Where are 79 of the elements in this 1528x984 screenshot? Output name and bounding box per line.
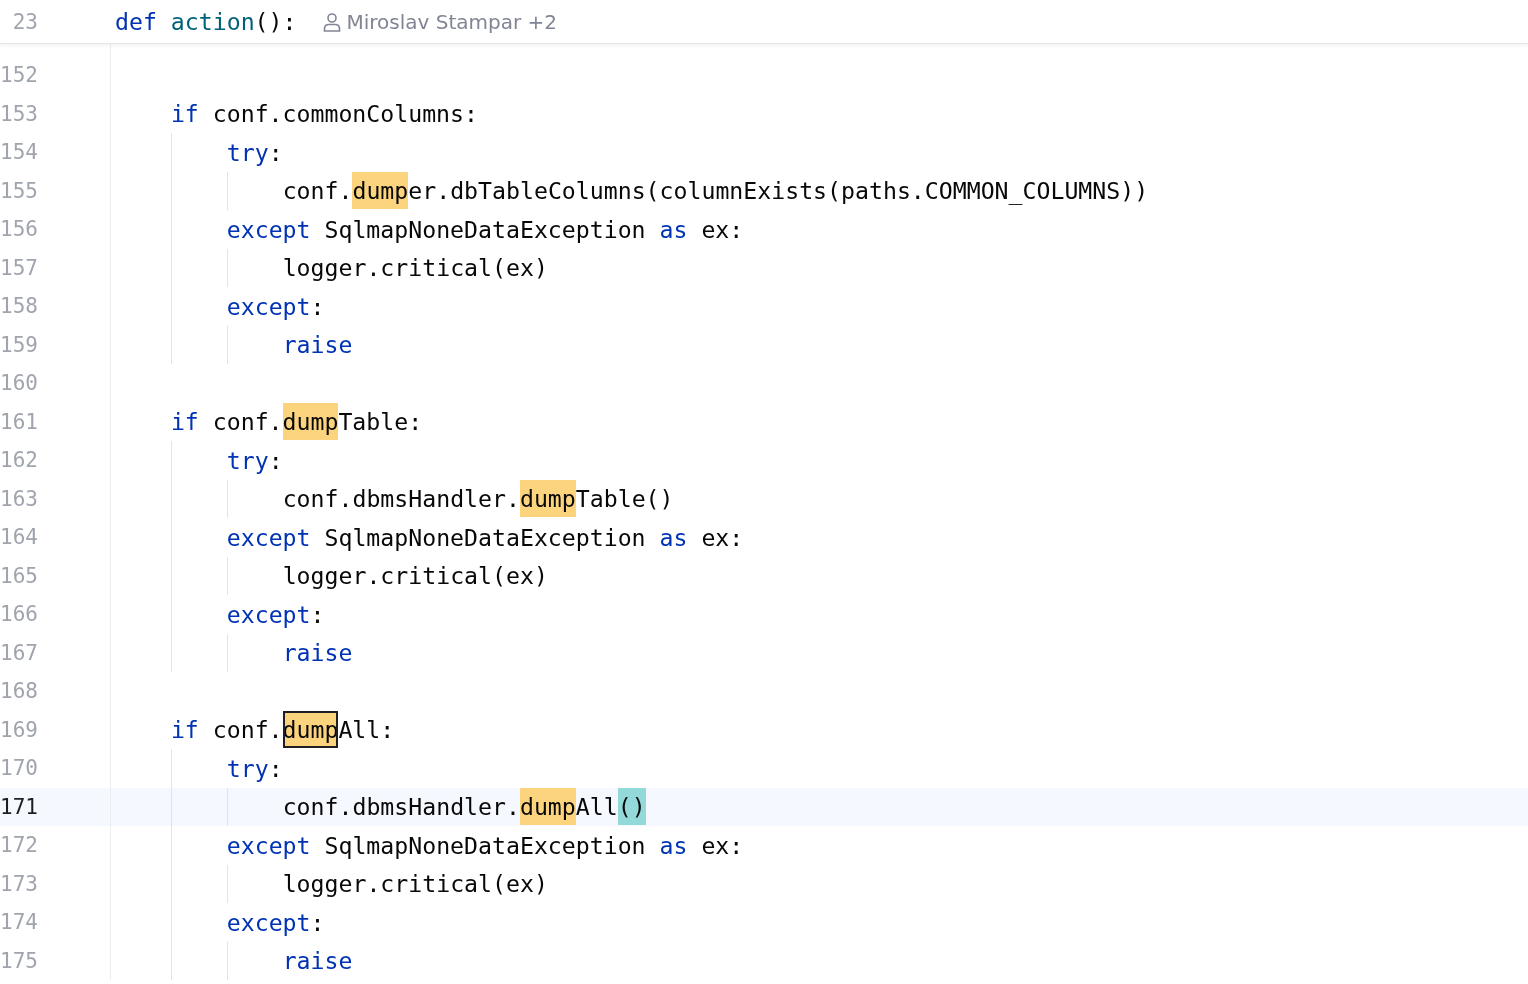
line-number: 162	[0, 448, 38, 473]
search-match: dump	[282, 711, 339, 749]
code-text: SqlmapNoneDataException	[323, 522, 647, 553]
code-text: Table:	[338, 407, 423, 438]
line-number: 161	[0, 409, 38, 434]
line-number: 165	[0, 563, 38, 588]
person-icon	[322, 11, 341, 32]
line-number: 157	[0, 255, 38, 280]
line-number: 158	[0, 294, 38, 319]
search-match: dump	[519, 480, 576, 518]
line-number: 173	[0, 871, 38, 896]
keyword: raise	[282, 330, 353, 361]
keyword: try	[226, 445, 269, 476]
keyword: except	[226, 599, 311, 630]
line-number: 156	[0, 217, 38, 242]
line-number: 164	[0, 525, 38, 550]
line-number: 160	[0, 371, 38, 396]
keyword: raise	[282, 638, 353, 669]
line-number: 163	[0, 486, 38, 511]
function-name: action	[170, 7, 255, 37]
keyword: raise	[282, 946, 353, 977]
code-text: logger.critical(ex)	[282, 869, 548, 900]
code-text: conf.	[211, 407, 283, 438]
code-text: SqlmapNoneDataException	[323, 830, 647, 861]
keyword: except	[226, 214, 311, 245]
code-text: All	[575, 792, 618, 823]
search-match: dump	[282, 403, 339, 441]
line-number: 155	[0, 178, 38, 203]
code-text: ex:	[700, 830, 744, 861]
code-text: :	[310, 291, 325, 322]
search-match: dump	[352, 172, 409, 210]
keyword: except	[226, 907, 311, 938]
code-text: conf.dbmsHandler.	[282, 484, 520, 515]
line-number: 154	[0, 140, 38, 165]
line-number: 170	[0, 756, 38, 781]
code-text: conf.dbmsHandler.	[282, 792, 520, 823]
code-text: :	[310, 907, 325, 938]
keyword: except	[226, 830, 311, 861]
line-number: 168	[0, 679, 38, 704]
code-text: conf.	[282, 176, 353, 207]
line-number: 152	[0, 63, 38, 88]
code-text: er.dbTableColumns(columnExists(paths.COMMON_COLUMNS))	[408, 176, 1149, 207]
code-text: All:	[338, 715, 395, 746]
search-match: dump	[519, 788, 576, 826]
code-text: ex:	[700, 522, 744, 553]
keyword: def	[115, 7, 158, 37]
line-number: 174	[0, 910, 38, 935]
keyword: if	[170, 407, 199, 438]
code-text: :	[268, 137, 283, 168]
line-number: 159	[0, 332, 38, 357]
keyword: as	[659, 522, 688, 553]
code-text: logger.critical(ex)	[282, 561, 548, 592]
line-number: 171	[0, 794, 38, 819]
code-text: logger.critical(ex)	[282, 253, 548, 284]
line-number: 166	[0, 602, 38, 627]
line-number: 153	[0, 101, 38, 126]
code-text: ():	[254, 7, 297, 37]
line-number: 169	[0, 717, 38, 742]
keyword: as	[659, 214, 688, 245]
code-text: conf.	[211, 715, 283, 746]
line-number: 23	[11, 9, 38, 34]
code-text: :	[268, 753, 283, 784]
code-text: conf.commonColumns:	[211, 99, 478, 130]
line-number: 172	[0, 833, 38, 858]
keyword: if	[170, 715, 199, 746]
code-text: ex:	[700, 214, 744, 245]
code-text: :	[310, 599, 325, 630]
keyword: except	[226, 291, 311, 322]
code-text: :	[268, 445, 283, 476]
keyword: as	[659, 830, 688, 861]
code-text: Table()	[575, 484, 674, 515]
bracket-match: ()	[617, 788, 646, 826]
line-number: 167	[0, 640, 38, 665]
keyword: except	[226, 522, 311, 553]
keyword: if	[170, 99, 199, 130]
code-text: SqlmapNoneDataException	[323, 214, 647, 245]
keyword: try	[226, 137, 269, 168]
line-number: 175	[0, 948, 38, 973]
keyword: try	[226, 753, 269, 784]
